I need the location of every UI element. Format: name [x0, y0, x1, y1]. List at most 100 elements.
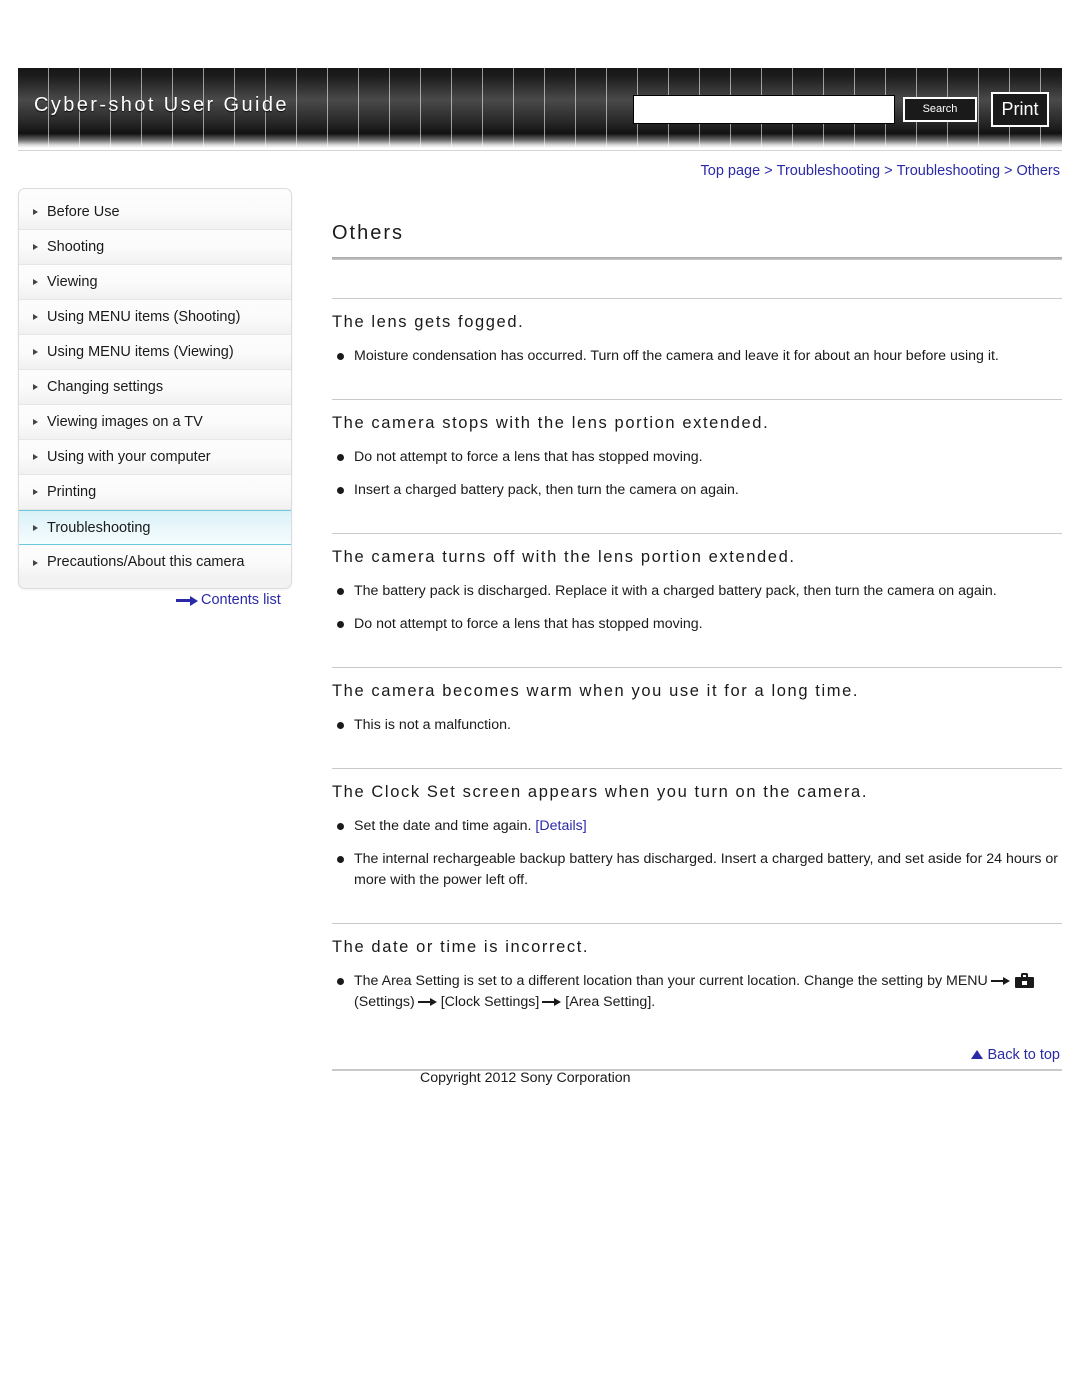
arrow-right-icon — [417, 997, 438, 1007]
breadcrumb-separator: > — [884, 163, 893, 179]
chevron-right-icon — [33, 279, 38, 285]
breadcrumb: Top page > Troubleshooting > Troubleshooting… — [701, 163, 1061, 179]
section-clock-set-screen: The Clock Set screen appears when you tu… — [332, 768, 1062, 891]
print-button[interactable]: Print — [991, 92, 1049, 127]
chevron-right-icon — [33, 244, 38, 250]
copyright-text: Copyright 2012 Sony Corporation — [420, 1070, 631, 1086]
bullet-list: Set the date and time again. [Details] T… — [332, 816, 1062, 891]
sidebar-item-label: Changing settings — [47, 379, 164, 395]
list-item: Do not attempt to force a lens that has … — [332, 614, 1062, 635]
search-input[interactable] — [633, 95, 895, 124]
bullet-list: The battery pack is discharged. Replace … — [332, 581, 1062, 635]
sidebar-item-viewing[interactable]: Viewing — [19, 265, 291, 300]
contents-list-link[interactable]: Contents list — [176, 592, 281, 608]
section-heading: The Clock Set screen appears when you tu… — [332, 783, 869, 801]
sidebar-item-printing[interactable]: Printing — [19, 475, 291, 510]
arrow-right-icon — [542, 997, 562, 1007]
sidebar-item-label: Using with your computer — [47, 449, 211, 465]
chevron-right-icon — [33, 454, 38, 460]
section-camera-becomes-warm: The camera becomes warm when you use it … — [332, 667, 1062, 736]
bullet-text: The battery pack is discharged. Replace … — [354, 583, 997, 599]
sidebar-item-label: Precautions/About this camera — [47, 554, 245, 570]
section-divider — [332, 298, 1062, 299]
chevron-right-icon — [33, 559, 38, 566]
bullet-list: Do not attempt to force a lens that has … — [332, 447, 1062, 501]
chevron-right-icon — [33, 489, 38, 495]
sidebar-item-using-menu-items-viewing[interactable]: Using MENU items (Viewing) — [19, 335, 291, 370]
list-item: Insert a charged battery pack, then turn… — [332, 480, 1062, 501]
sidebar-item-label: Using MENU items (Shooting) — [47, 309, 241, 325]
breadcrumb-item-top-page[interactable]: Top page — [701, 163, 761, 179]
sidebar-item-label: Printing — [47, 484, 97, 500]
chevron-right-icon — [33, 384, 38, 390]
back-to-top-link[interactable]: Back to top — [971, 1047, 1060, 1063]
bullet-list: Moisture condensation has occurred. Turn… — [332, 346, 1062, 367]
breadcrumb-item-troubleshooting-1[interactable]: Troubleshooting — [777, 163, 880, 179]
section-divider — [332, 667, 1062, 668]
main-content: Others The lens gets fogged. Moisture co… — [332, 222, 1062, 1045]
bullet-list: This is not a malfunction. — [332, 715, 1062, 736]
list-item: The Area Setting is set to a different l… — [332, 971, 1062, 1013]
section-date-or-time-incorrect: The date or time is incorrect. The Area … — [332, 923, 1062, 1013]
title-divider — [332, 257, 1062, 260]
bullet-text: This is not a malfunction. — [354, 717, 511, 733]
details-link[interactable]: [Details] — [535, 818, 586, 834]
chevron-right-icon — [33, 209, 38, 215]
section-camera-turns-off-lens-extended: The camera turns off with the lens porti… — [332, 533, 1062, 635]
sidebar-item-label: Viewing images on a TV — [47, 414, 203, 430]
bullet-text: The internal rechargeable backup battery… — [354, 851, 1059, 888]
bullet-text: The Area Setting is set to a different l… — [354, 973, 988, 989]
triangle-up-icon — [971, 1049, 984, 1059]
arrow-right-icon — [176, 595, 198, 606]
sidebar-item-viewing-images-on-a-tv[interactable]: Viewing images on a TV — [19, 405, 291, 440]
site-title: Cyber-shot User Guide — [34, 94, 289, 116]
section-camera-stops-lens-extended: The camera stops with the lens portion e… — [332, 399, 1062, 501]
bullet-list: The Area Setting is set to a different l… — [332, 971, 1062, 1013]
settings-toolbox-icon — [1014, 972, 1034, 988]
breadcrumb-separator: > — [1004, 163, 1013, 179]
contents-list-label: Contents list — [201, 592, 281, 609]
breadcrumb-item-troubleshooting-2[interactable]: Troubleshooting — [897, 163, 1000, 179]
arrow-right-icon — [990, 976, 1011, 986]
chevron-right-icon — [33, 419, 38, 425]
sidebar-item-label: Shooting — [47, 239, 105, 255]
list-item: Moisture condensation has occurred. Turn… — [332, 346, 1062, 367]
section-divider — [332, 399, 1062, 400]
chevron-right-icon — [33, 349, 38, 355]
bullet-text: Insert a charged battery pack, then turn… — [354, 482, 739, 498]
list-item: Set the date and time again. [Details] — [332, 816, 1062, 837]
section-heading: The camera stops with the lens portion e… — [332, 414, 770, 432]
list-item: The internal rechargeable backup battery… — [332, 849, 1062, 891]
list-item: This is not a malfunction. — [332, 715, 1062, 736]
section-divider — [332, 923, 1062, 924]
sidebar-item-before-use[interactable]: Before Use — [19, 195, 291, 230]
search-button[interactable]: Search — [903, 97, 977, 122]
chevron-right-icon — [33, 314, 38, 320]
bullet-text: Do not attempt to force a lens that has … — [354, 449, 703, 465]
section-heading: The lens gets fogged. — [332, 313, 525, 331]
sidebar-item-label: Viewing — [47, 274, 98, 290]
sidebar-item-troubleshooting[interactable]: Troubleshooting — [19, 510, 291, 545]
sidebar-item-using-with-your-computer[interactable]: Using with your computer — [19, 440, 291, 475]
page-title: Others — [332, 222, 405, 244]
sidebar-item-changing-settings[interactable]: Changing settings — [19, 370, 291, 405]
clock-settings-step: [Clock Settings] — [440, 994, 540, 1010]
sidebar-item-label: Before Use — [47, 204, 120, 220]
settings-label: (Settings) — [354, 994, 415, 1010]
list-item: The battery pack is discharged. Replace … — [332, 581, 1062, 602]
section-divider — [332, 768, 1062, 769]
sidebar-item-shooting[interactable]: Shooting — [19, 230, 291, 265]
sidebar-item-using-menu-items-shooting[interactable]: Using MENU items (Shooting) — [19, 300, 291, 335]
chevron-right-icon — [33, 524, 38, 531]
section-heading: The date or time is incorrect. — [332, 938, 590, 956]
sidebar-nav: Before Use Shooting Viewing Using MENU i… — [18, 188, 292, 589]
sidebar-item-label: Troubleshooting — [47, 520, 151, 536]
section-heading: The camera becomes warm when you use it … — [332, 682, 860, 700]
header-divider — [18, 150, 1062, 151]
area-setting-step: [Area Setting]. — [565, 994, 656, 1010]
back-to-top-label: Back to top — [987, 1047, 1060, 1063]
section-heading: The camera turns off with the lens porti… — [332, 548, 796, 566]
bullet-text: Moisture condensation has occurred. Turn… — [354, 348, 999, 364]
sidebar-item-precautions-about-this-camera[interactable]: Precautions/About this camera — [19, 545, 291, 580]
sidebar-item-label: Using MENU items (Viewing) — [47, 344, 234, 360]
